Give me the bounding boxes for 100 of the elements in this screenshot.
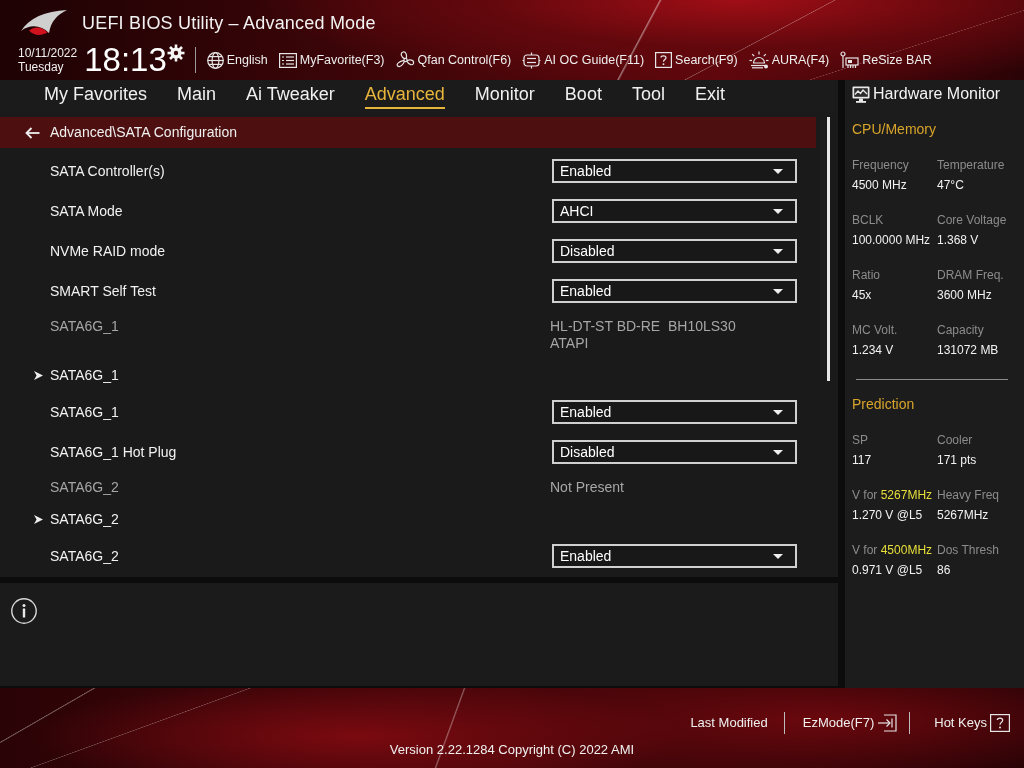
section-title: Prediction xyxy=(852,395,916,413)
dropdown[interactable]: Enabled xyxy=(552,400,797,424)
caret-icon xyxy=(773,449,783,455)
back-arrow-icon[interactable] xyxy=(25,126,40,139)
toolbar-button[interactable]: English xyxy=(206,50,268,70)
setting-label: SATA6G_1 xyxy=(50,403,120,421)
footer-button[interactable]: EzMode(F7) xyxy=(802,713,898,733)
caret-icon xyxy=(773,168,783,174)
metric-value: 0.971 V @L5 xyxy=(852,562,924,578)
metric-label: Heavy Freq xyxy=(937,487,1001,503)
toolbar-button[interactable]: Qfan Control(F6) xyxy=(395,50,512,70)
submenu-link[interactable]: SATA6G_2 xyxy=(50,511,119,528)
metric-label: Frequency xyxy=(852,157,910,173)
metric-value: 100.0000 MHz xyxy=(852,232,932,248)
footer-button[interactable]: Last Modified xyxy=(690,713,768,733)
arrowhead-icon xyxy=(34,370,43,380)
metric-label: Temperature xyxy=(937,157,1006,173)
monitor-icon xyxy=(852,85,870,103)
clock-time: 18:13 xyxy=(84,43,167,77)
dropdown[interactable]: AHCI xyxy=(552,199,797,223)
metric-value: 86 xyxy=(937,562,952,578)
caret-icon xyxy=(773,288,783,294)
metric-value: 131072 MB xyxy=(937,342,1000,358)
window-title: UEFI BIOS Utility – Advanced Mode xyxy=(82,11,376,35)
menu-tab[interactable]: Main xyxy=(177,83,217,109)
dropdown[interactable]: Enabled xyxy=(552,544,797,568)
dropdown[interactable]: Enabled xyxy=(552,279,797,303)
dropdown[interactable]: Disabled xyxy=(552,239,797,263)
help-icon xyxy=(990,714,1010,732)
setting-label: SATA6G_1 Hot Plug xyxy=(50,443,178,461)
metric-label: DRAM Freq. xyxy=(937,267,1005,283)
menu-tab[interactable]: Ai Tweaker xyxy=(246,83,335,109)
setting-label: NVMe RAID mode xyxy=(50,242,167,260)
fan-icon xyxy=(395,51,415,69)
port-info-text: HL-DT-ST BD-RE BH10LS30 xyxy=(550,318,737,335)
metric-value: 1.234 V xyxy=(852,342,895,358)
globe-icon xyxy=(206,51,224,69)
help-icon xyxy=(655,52,673,68)
settings-icon[interactable] xyxy=(166,44,185,62)
metric-label: Cooler xyxy=(937,432,974,448)
metric-value: 117 xyxy=(852,452,873,468)
metric-label: Dos Thresh xyxy=(937,542,1000,558)
caret-icon xyxy=(773,553,783,559)
light-icon xyxy=(748,51,769,69)
metric-value: 47°C xyxy=(937,177,965,193)
metric-label: V for 4500MHz xyxy=(852,542,934,558)
setting-label: SATA6G_2 xyxy=(50,547,120,565)
toolbar-button[interactable]: AURA(F4) xyxy=(748,50,830,70)
metric-label: Ratio xyxy=(852,267,881,283)
footer-button[interactable]: Hot Keys xyxy=(934,713,1010,733)
version-text: Version 2.22.1284 Copyright (C) 2022 AMI xyxy=(388,741,636,759)
info-icon xyxy=(11,598,37,624)
menu-tab[interactable]: Tool xyxy=(631,83,665,109)
dropdown[interactable]: Disabled xyxy=(552,440,797,464)
panel-title: Hardware Monitor xyxy=(873,84,1001,104)
menu-tab[interactable]: Advanced xyxy=(364,83,445,109)
menu-tab[interactable]: Boot xyxy=(564,83,602,109)
caret-icon xyxy=(773,248,783,254)
menu-tab[interactable]: Exit xyxy=(694,83,725,109)
metric-label: Capacity xyxy=(937,322,985,338)
setting-label: SMART Self Test xyxy=(50,282,157,300)
metric-value: 171 pts xyxy=(937,452,978,468)
section-title: CPU/Memory xyxy=(852,120,937,138)
toolbar-button[interactable]: AI OC Guide(F11) xyxy=(522,50,645,70)
caret-icon xyxy=(773,409,783,415)
scrollbar-thumb[interactable] xyxy=(827,117,830,381)
port-label: SATA6G_1 xyxy=(50,318,120,335)
menu-tab[interactable]: My Favorites xyxy=(44,83,148,109)
toolbar-button[interactable]: ReSize BAR xyxy=(840,50,932,70)
submenu-link[interactable]: SATA6G_1 xyxy=(50,367,119,384)
logo-icon xyxy=(20,9,68,37)
metric-value: 5267MHz xyxy=(937,507,990,523)
metric-label: V for 5267MHz xyxy=(852,487,934,503)
metric-label: BCLK xyxy=(852,212,885,228)
metric-label: Core Voltage xyxy=(937,212,1008,228)
exit-icon xyxy=(877,714,898,732)
port-label: SATA6G_2 xyxy=(50,479,120,496)
list-icon xyxy=(278,52,297,68)
metric-value: 1.368 V xyxy=(937,232,980,248)
setting-label: SATA Mode xyxy=(50,202,124,220)
metric-value: 45x xyxy=(852,287,873,303)
port-info-text: Not Present xyxy=(550,479,625,496)
toolbar-button[interactable]: MyFavorite(F3) xyxy=(278,50,385,70)
caret-icon xyxy=(773,208,783,214)
dropdown[interactable]: Enabled xyxy=(552,159,797,183)
menu-tab[interactable]: Monitor xyxy=(474,83,535,109)
breadcrumb-text: Advanced\SATA Configuration xyxy=(50,123,238,142)
card-icon xyxy=(840,51,860,69)
setting-label: SATA Controller(s) xyxy=(50,162,166,180)
weekday-text: Tuesday xyxy=(18,60,65,74)
date-text: 10/11/2022 xyxy=(18,46,78,60)
chip-icon xyxy=(522,51,542,69)
arrowhead-icon xyxy=(34,514,43,524)
metric-value: 1.270 V @L5 xyxy=(852,507,924,523)
metric-label: SP xyxy=(852,432,869,448)
metric-value: 4500 MHz xyxy=(852,177,908,193)
port-info-text: ATAPI xyxy=(550,335,590,352)
toolbar-button[interactable]: Search(F9) xyxy=(655,50,738,70)
metric-label: MC Volt. xyxy=(852,322,899,338)
metric-value: 3600 MHz xyxy=(937,287,993,303)
